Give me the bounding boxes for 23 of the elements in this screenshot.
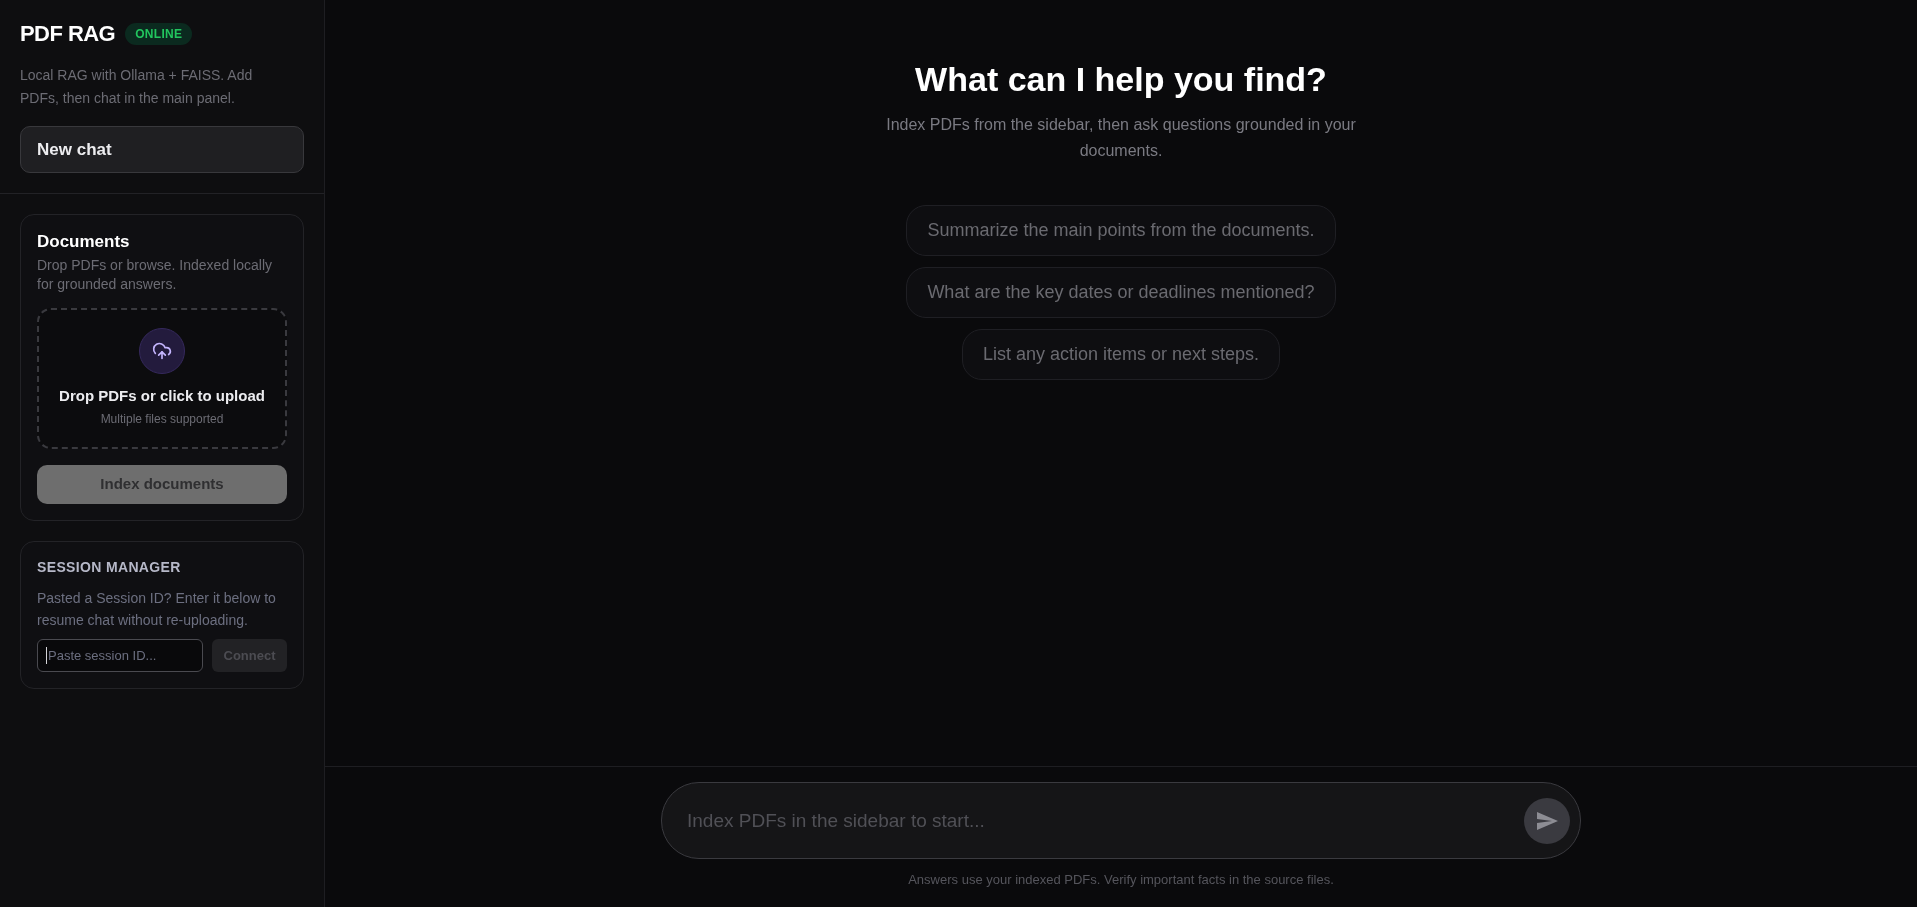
session-manager-title: SESSION MANAGER bbox=[37, 558, 182, 577]
text-cursor-icon bbox=[46, 647, 47, 664]
status-badge: ONLINE bbox=[125, 23, 193, 45]
cloud-upload-icon bbox=[139, 328, 185, 374]
message-input[interactable]: Index PDFs in the sidebar to start... bbox=[687, 800, 1524, 841]
suggestion-chip[interactable]: List any action items or next steps. bbox=[961, 329, 1281, 380]
disclaimer-text: Answers use your indexed PDFs. Verify important facts in the source files. bbox=[908, 871, 1334, 889]
new-chat-button[interactable]: New chat bbox=[20, 126, 304, 173]
welcome-heading: What can I help you find? bbox=[915, 59, 1327, 100]
app-title: PDF RAG bbox=[20, 20, 116, 48]
documents-title: Documents bbox=[37, 231, 131, 253]
dropzone-hint: Multiple files supported bbox=[100, 411, 224, 427]
composer-bar[interactable]: Index PDFs in the sidebar to start... bbox=[661, 782, 1581, 859]
suggestion-chip[interactable]: Summarize the main points from the documents. bbox=[906, 205, 1336, 256]
session-id-field[interactable]: Paste session ID... bbox=[37, 639, 203, 672]
app-description: Local RAG with Ollama + FAISS. Add PDFs, then chat in the main panel. bbox=[20, 66, 254, 108]
suggestion-chip[interactable]: What are the key dates or deadlines mentioned? bbox=[906, 267, 1336, 318]
dropzone-label: Drop PDFs or click to upload bbox=[59, 386, 265, 406]
upload-dropzone[interactable]: Drop PDFs or click to upload Multiple files supported bbox=[37, 308, 287, 449]
send-icon bbox=[1536, 811, 1558, 830]
documents-description: Drop PDFs or browse. Indexed locally for grounded answers. bbox=[37, 256, 273, 294]
session-manager-description: Pasted a Session ID? Enter it below to resume chat without re-uploading. bbox=[37, 589, 277, 630]
welcome-subheading: Index PDFs from the sidebar, then ask questions grounded in your documents. bbox=[885, 115, 1357, 161]
